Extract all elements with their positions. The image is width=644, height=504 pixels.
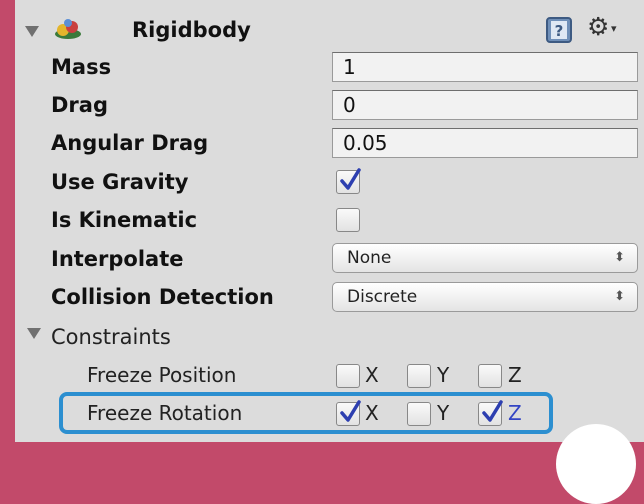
collision-detection-label: Collision Detection (51, 285, 274, 309)
interpolate-label: Interpolate (51, 247, 184, 271)
freeze-position-x-checkbox[interactable] (336, 364, 360, 388)
interpolate-dropdown[interactable]: None ⬍ (332, 243, 638, 273)
corner-circle-overlay (556, 424, 636, 504)
freeze-position-z-checkbox[interactable] (478, 364, 502, 388)
updown-arrows-icon: ⬍ (614, 250, 625, 265)
svg-text:?: ? (555, 22, 564, 40)
updown-arrows-icon: ⬍ (614, 289, 625, 304)
freeze-position-x-label: X (365, 363, 379, 387)
gear-icon[interactable]: ⚙ (587, 12, 609, 41)
gear-dropdown-arrow-icon[interactable]: ▾ (611, 22, 617, 35)
component-title: Rigidbody (132, 18, 251, 42)
mass-field[interactable]: 1 (332, 52, 638, 82)
rigidbody-inspector-panel: Rigidbody ? ⚙ ▾ Mass 1 Drag 0 Angular Dr… (15, 0, 644, 442)
checkmark-icon (340, 168, 361, 190)
constraints-foldout-icon[interactable] (27, 328, 41, 339)
freeze-position-label: Freeze Position (87, 363, 237, 387)
use-gravity-label: Use Gravity (51, 170, 189, 194)
freeze-position-z-label: Z (508, 363, 522, 387)
collision-detection-value: Discrete (347, 287, 418, 307)
component-header[interactable]: Rigidbody ? ⚙ ▾ (15, 0, 644, 50)
interpolate-value: None (347, 248, 392, 268)
freeze-position-y-checkbox[interactable] (407, 364, 431, 388)
angular-drag-field[interactable]: 0.05 (332, 128, 638, 158)
collision-detection-dropdown[interactable]: Discrete ⬍ (332, 282, 638, 312)
drag-label: Drag (51, 93, 108, 117)
freeze-rotation-highlight (59, 392, 553, 434)
angular-drag-label: Angular Drag (51, 131, 209, 155)
is-kinematic-checkbox[interactable] (336, 208, 360, 232)
freeze-position-y-label: Y (437, 363, 450, 387)
rigidbody-icon (55, 19, 81, 39)
help-book-icon[interactable]: ? (545, 16, 573, 44)
is-kinematic-label: Is Kinematic (51, 208, 198, 232)
use-gravity-checkbox[interactable] (336, 168, 361, 194)
triangle-down-icon[interactable] (25, 26, 39, 37)
drag-field[interactable]: 0 (332, 90, 638, 120)
constraints-label[interactable]: Constraints (51, 318, 171, 356)
mass-label: Mass (51, 55, 112, 79)
